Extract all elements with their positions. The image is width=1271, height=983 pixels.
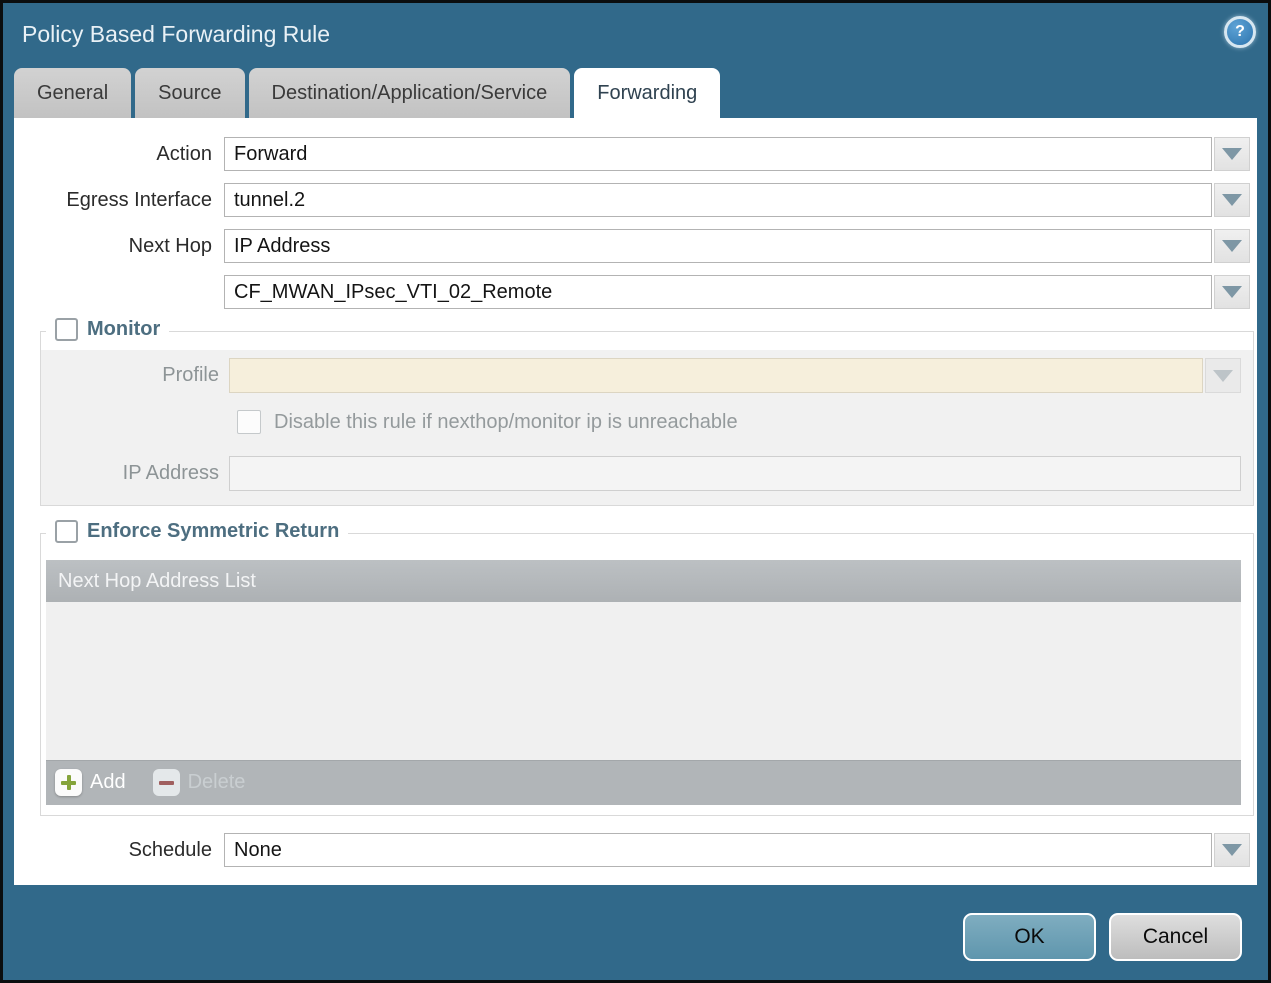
monitor-ip-address-label: IP Address [41,462,229,485]
enforce-symmetric-return-legend-label: Enforce Symmetric Return [87,520,339,543]
next-hop-address-list-table-wrap: Next Hop Address List Add Delete [41,534,1253,815]
chevron-down-icon [1222,240,1242,252]
next-hop-type-select[interactable]: IP Address [224,229,1250,263]
monitor-group: Monitor Profile Disable [40,331,1254,506]
profile-label: Profile [41,364,229,387]
egress-interface-label: Egress Interface [14,189,224,212]
monitor-body: Profile Disable this rule if nexthop/mon… [41,350,1253,505]
disable-rule-row: Disable this rule if nexthop/monitor ip … [237,410,1253,434]
dialog-title: Policy Based Forwarding Rule [22,21,330,48]
dialog-titlebar: Policy Based Forwarding Rule [3,3,1268,65]
minus-icon [153,769,180,796]
schedule-select[interactable]: None [224,833,1250,867]
next-hop-address-list-header: Next Hop Address List [46,560,1241,602]
next-hop-address-list-header-label: Next Hop Address List [58,570,256,593]
egress-interface-dropdown-button[interactable] [1214,183,1250,217]
tab-source[interactable]: Source [135,68,244,118]
tab-forwarding[interactable]: Forwarding [574,68,720,118]
next-hop-label: Next Hop [14,235,224,258]
enforce-symmetric-return-group: Enforce Symmetric Return Next Hop Addres… [40,533,1254,816]
delete-button: Delete [153,769,246,796]
chevron-down-icon [1222,844,1242,856]
cancel-button[interactable]: Cancel [1109,913,1242,961]
action-dropdown-button[interactable] [1214,137,1250,171]
schedule-dropdown-button[interactable] [1214,833,1250,867]
next-hop-type-value[interactable]: IP Address [224,229,1212,263]
action-value[interactable]: Forward [224,137,1212,171]
schedule-value[interactable]: None [224,833,1212,867]
next-hop-address-dropdown-button[interactable] [1214,275,1250,309]
help-glyph: ? [1235,23,1245,41]
forwarding-tab-panel: Action Forward Egress Interface tunnel.2 [14,118,1257,885]
chevron-down-icon [1222,148,1242,160]
tab-general[interactable]: General [14,68,131,118]
chevron-down-icon [1213,370,1233,382]
next-hop-address-value[interactable]: CF_MWAN_IPsec_VTI_02_Remote [224,275,1212,309]
enforce-symmetric-return-checkbox[interactable] [55,520,78,543]
action-row: Action Forward [14,137,1257,171]
screen: Policy Based Forwarding Rule ? General S… [0,0,1271,983]
enforce-symmetric-return-legend: Enforce Symmetric Return [46,520,348,543]
plus-icon [55,769,82,796]
tab-forwarding-label: Forwarding [597,82,697,105]
next-hop-address-list-body [46,602,1241,760]
schedule-label: Schedule [14,839,224,862]
monitor-ip-address-row: IP Address [41,456,1253,491]
monitor-ip-address-field-wrap [229,456,1241,491]
profile-row: Profile [41,358,1253,393]
delete-button-label: Delete [188,771,246,794]
disable-rule-checkbox [237,410,261,434]
monitor-checkbox[interactable] [55,318,78,341]
tab-destination-application-service[interactable]: Destination/Application/Service [249,68,571,118]
egress-interface-select[interactable]: tunnel.2 [224,183,1250,217]
ok-button[interactable]: OK [963,913,1096,961]
profile-select [229,358,1241,393]
monitor-ip-address-input [229,456,1241,491]
next-hop-address-row: CF_MWAN_IPsec_VTI_02_Remote [14,275,1257,309]
add-button-label: Add [90,771,126,794]
schedule-row: Schedule None [14,833,1257,867]
tab-general-label: General [37,82,108,105]
help-icon[interactable]: ? [1224,16,1256,48]
egress-interface-value[interactable]: tunnel.2 [224,183,1212,217]
action-label: Action [14,143,224,166]
profile-value [229,358,1203,393]
monitor-legend: Monitor [46,318,169,341]
tab-destination-label: Destination/Application/Service [272,82,548,105]
action-select[interactable]: Forward [224,137,1250,171]
next-hop-type-dropdown-button[interactable] [1214,229,1250,263]
add-button[interactable]: Add [55,769,126,796]
chevron-down-icon [1222,286,1242,298]
egress-interface-row: Egress Interface tunnel.2 [14,183,1257,217]
tab-bar: General Source Destination/Application/S… [14,68,720,118]
tab-source-label: Source [158,82,221,105]
pbf-rule-dialog: Policy Based Forwarding Rule ? General S… [3,3,1268,980]
next-hop-address-select[interactable]: CF_MWAN_IPsec_VTI_02_Remote [224,275,1250,309]
chevron-down-icon [1222,194,1242,206]
disable-rule-label: Disable this rule if nexthop/monitor ip … [274,411,738,434]
next-hop-address-list-toolbar: Add Delete [46,760,1241,805]
profile-dropdown-button [1205,358,1241,393]
monitor-legend-label: Monitor [87,318,160,341]
dialog-footer-buttons: OK Cancel [963,913,1242,961]
next-hop-row: Next Hop IP Address [14,229,1257,263]
